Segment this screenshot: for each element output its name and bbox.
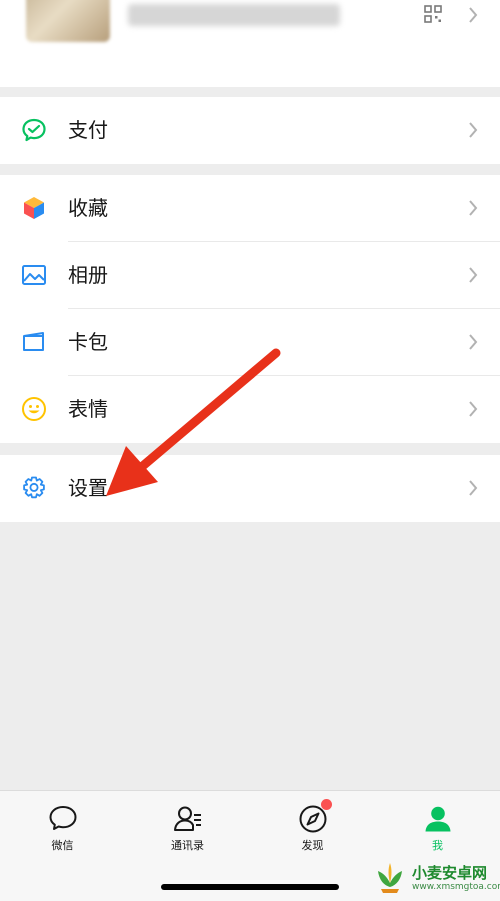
chevron-right-icon <box>469 334 478 350</box>
menu-item-sticker[interactable]: 表情 <box>0 376 500 443</box>
card-wallet-icon <box>23 332 44 351</box>
me-icon <box>425 806 450 832</box>
chevron-right-icon <box>469 267 478 283</box>
chevron-right-icon <box>469 122 478 138</box>
menu-group-pay: 支付 <box>0 97 500 164</box>
menu-group-settings: 设置 <box>0 455 500 522</box>
tab-contacts[interactable]: 通讯录 <box>125 803 250 853</box>
tab-label: 发现 <box>301 839 324 852</box>
avatar[interactable] <box>26 0 110 42</box>
settings-icon <box>23 476 45 499</box>
menu-item-label: 卡包 <box>68 330 108 354</box>
menu-item-label: 设置 <box>68 476 108 500</box>
menu-group-collections: 收藏 相册 卡包 表情 <box>0 175 500 443</box>
menu-item-album[interactable]: 相册 <box>0 242 500 309</box>
sticker-icon <box>22 397 46 421</box>
watermark-logo-icon <box>378 863 402 893</box>
menu-item-label: 支付 <box>68 118 108 142</box>
qr-code-icon[interactable] <box>424 5 442 23</box>
menu-item-label: 相册 <box>68 263 108 287</box>
album-icon <box>22 265 46 285</box>
tab-label: 微信 <box>51 839 74 852</box>
tab-me[interactable]: 我 <box>375 803 500 853</box>
notification-badge <box>321 799 332 810</box>
profile-name-blurred <box>128 4 340 26</box>
profile-header[interactable] <box>0 0 500 87</box>
home-indicator[interactable] <box>161 884 339 890</box>
favorites-icon <box>24 197 44 219</box>
chevron-right-icon <box>469 200 478 216</box>
tab-chats[interactable]: 微信 <box>0 803 125 853</box>
chevron-right-icon <box>469 480 478 496</box>
chevron-right-icon <box>469 401 478 417</box>
tab-label: 通讯录 <box>171 839 204 852</box>
chevron-right-icon <box>469 7 478 23</box>
menu-item-label: 收藏 <box>68 196 108 220</box>
chats-icon <box>49 806 76 830</box>
watermark-url: www.xmsmgtoa.com <box>412 882 500 892</box>
pay-icon <box>22 118 46 142</box>
contacts-icon <box>173 806 201 831</box>
menu-item-pay[interactable]: 支付 <box>0 97 500 164</box>
menu-item-label: 表情 <box>68 397 108 421</box>
menu-item-favorites[interactable]: 收藏 <box>0 175 500 242</box>
watermark-name: 小麦安卓网 <box>412 864 488 882</box>
tab-label: 我 <box>432 839 443 852</box>
tab-discover[interactable]: 发现 <box>250 799 375 853</box>
menu-item-settings[interactable]: 设置 <box>0 455 500 522</box>
menu-item-card-wallet[interactable]: 卡包 <box>0 309 500 376</box>
